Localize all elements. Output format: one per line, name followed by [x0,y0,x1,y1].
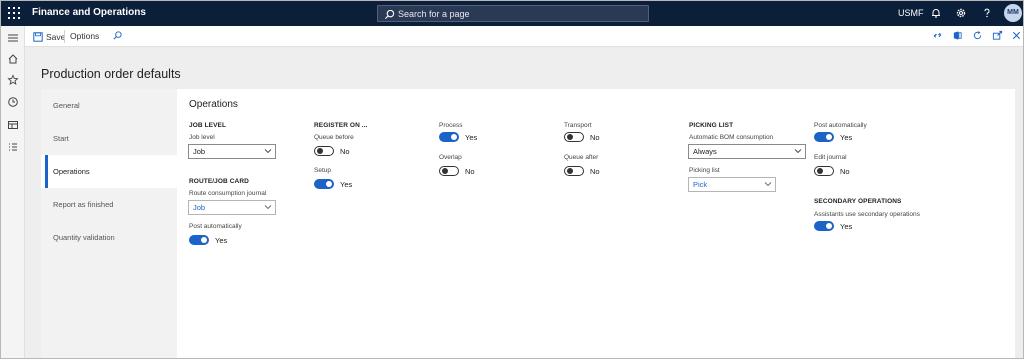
page-title: Production order defaults [41,67,181,81]
chevron-down-icon [264,149,272,154]
picking-list-label: Picking list [689,167,720,174]
app-window: Finance and Operations Search for a page… [0,0,1024,359]
picking-list-select[interactable]: Pick [688,177,776,192]
secondary-operations-heading: SECONDARY OPERATIONS [814,198,902,205]
content-area: Production order defaults General Start … [25,47,1023,358]
action-pane: Save Options [25,26,1023,47]
edit-journal-label: Edit journal [814,154,847,161]
setup-label: Setup [314,167,331,174]
save-button[interactable]: Save [33,31,65,43]
automatic-bom-consumption-select[interactable]: Always [688,144,806,159]
queue-after-label: Queue after [564,154,599,161]
transport-toggle[interactable] [564,132,584,142]
bell-icon[interactable] [930,7,942,19]
assistants-secondary-value: Yes [840,222,853,231]
process-label: Process [439,122,463,129]
tab-report-as-finished[interactable]: Report as finished [41,188,177,221]
office-icon[interactable] [952,30,963,41]
queue-after-value: No [590,167,600,176]
transport-label: Transport [564,122,592,129]
avatar[interactable]: MM [1004,4,1022,22]
route-post-automatically-value: Yes [215,236,228,245]
star-icon[interactable] [7,74,19,86]
route-post-automatically-toggle[interactable] [189,235,209,245]
modules-icon[interactable] [7,141,19,153]
company-picker[interactable]: USMF [898,8,924,18]
post-automatically-value: Yes [840,133,853,142]
open-new-window-icon[interactable] [992,30,1003,41]
route-post-automatically-label: Post automatically [189,223,242,230]
save-label: Save [46,32,66,42]
find-icon[interactable] [112,30,123,41]
setup-value: Yes [340,180,353,189]
options-button[interactable]: Options [70,31,99,41]
job-level-select[interactable]: Job [188,144,276,159]
chevron-down-icon [794,149,802,154]
gear-icon[interactable] [955,7,967,19]
vertical-tabs: General Start Operations Report as finis… [41,89,177,358]
queue-after-toggle[interactable] [564,166,584,176]
post-automatically-toggle[interactable] [814,132,834,142]
hamburger-icon[interactable] [7,32,19,44]
route-consumption-journal-value: Job [193,203,206,212]
tab-operations[interactable]: Operations [41,155,177,188]
refresh-icon[interactable] [972,30,983,41]
toolbar-divider [64,30,65,43]
overlap-value: No [465,167,475,176]
assistants-secondary-label: Assistants use secondary operations [814,211,920,218]
left-nav [1,26,25,358]
job-level-label: Job level [189,134,215,141]
job-level-heading: JOB LEVEL [189,122,227,129]
tab-general[interactable]: General [41,89,177,122]
chevron-down-icon [764,182,772,187]
tab-start[interactable]: Start [41,122,177,155]
automatic-bom-consumption-value: Always [693,147,717,156]
section-title: Operations [189,99,238,110]
picking-list-value: Pick [693,180,708,189]
picking-list-heading: PICKING LIST [689,122,734,129]
search-placeholder: Search for a page [398,9,470,19]
operations-panel: Operations JOB LEVEL Job level Job ROUTE… [177,89,1015,358]
workspace-icon[interactable] [7,119,19,131]
search-box[interactable]: Search for a page [377,5,649,22]
top-bar: Finance and Operations Search for a page… [1,1,1023,26]
route-consumption-journal-label: Route consumption journal [189,190,267,197]
tab-quantity-validation[interactable]: Quantity validation [41,221,177,254]
post-automatically-label: Post automatically [814,122,867,129]
link-icon[interactable] [932,30,943,41]
queue-before-label: Queue before [314,134,354,141]
setup-toggle[interactable] [314,179,334,189]
process-value: Yes [465,133,478,142]
home-icon[interactable] [7,53,19,65]
overlap-label: Overlap [439,154,462,161]
save-icon [33,32,43,42]
queue-before-toggle[interactable] [314,146,334,156]
automatic-bom-consumption-label: Automatic BOM consumption [689,134,774,141]
app-title[interactable]: Finance and Operations [32,7,146,18]
assistants-secondary-toggle[interactable] [814,221,834,231]
transport-value: No [590,133,600,142]
edit-journal-toggle[interactable] [814,166,834,176]
clock-icon[interactable] [7,96,19,108]
app-launcher-icon[interactable] [8,7,20,19]
search-icon [384,9,395,20]
help-icon[interactable] [981,7,993,19]
edit-journal-value: No [840,167,850,176]
route-job-card-heading: ROUTE/JOB CARD [189,178,249,185]
process-toggle[interactable] [439,132,459,142]
register-on-heading: REGISTER ON ... [314,122,368,129]
job-level-value: Job [193,147,206,156]
overlap-toggle[interactable] [439,166,459,176]
close-icon[interactable] [1011,30,1022,41]
route-consumption-journal-select[interactable]: Job [188,200,276,215]
queue-before-value: No [340,147,350,156]
chevron-down-icon [264,205,272,210]
